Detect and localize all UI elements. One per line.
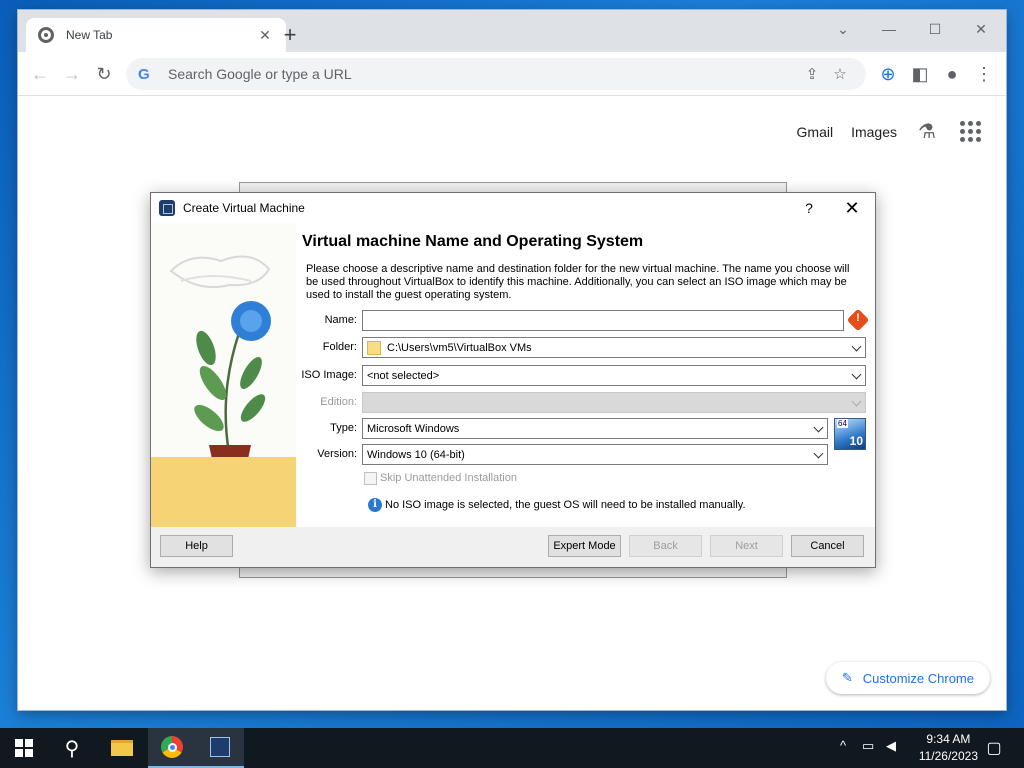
type-select[interactable]: Microsoft Windows xyxy=(362,418,828,439)
reload-icon[interactable]: ↻ xyxy=(90,60,118,88)
edition-select xyxy=(362,392,866,413)
chrome-taskbar-icon[interactable] xyxy=(148,728,196,768)
side-panel-icon[interactable]: ◧ xyxy=(906,60,934,88)
tab-title: New Tab xyxy=(66,28,113,42)
ntp-header-links: Gmail Images ⚗ xyxy=(797,118,984,145)
dialog-titlebar: Create Virtual Machine ? ✕ xyxy=(151,193,875,223)
info-message: No ISO image is selected, the guest OS w… xyxy=(385,499,746,511)
profile-avatar-icon[interactable]: ● xyxy=(938,60,966,88)
skip-unattended-checkbox xyxy=(364,472,377,485)
network-icon[interactable]: ▭ xyxy=(862,738,874,754)
tab-close-icon[interactable]: ✕ xyxy=(256,27,274,44)
folder-select[interactable]: C:\Users\vm5\VirtualBox VMs xyxy=(362,337,866,358)
close-window-button[interactable]: ✕ xyxy=(958,14,1004,44)
os-bits-label: 64 xyxy=(837,419,848,428)
gmail-link[interactable]: Gmail xyxy=(797,124,834,140)
pencil-icon: ✎ xyxy=(841,670,853,685)
version-select[interactable]: Windows 10 (64-bit) xyxy=(362,444,828,465)
back-arrow-icon[interactable]: ← xyxy=(26,60,54,88)
chevron-down-icon xyxy=(813,422,824,433)
customize-chrome-button[interactable]: ✎ Customize Chrome xyxy=(825,662,990,694)
chevron-down-icon xyxy=(851,396,862,407)
iso-image-label: ISO Image: xyxy=(301,369,357,381)
virtualbox-icon xyxy=(159,200,175,216)
chevron-down-icon xyxy=(851,341,862,352)
minimize-button[interactable]: — xyxy=(866,14,912,44)
name-input[interactable] xyxy=(362,310,844,331)
notification-icon[interactable]: ▢ xyxy=(970,728,1018,768)
search-icon[interactable]: ⚲ xyxy=(48,728,96,768)
type-label: Type: xyxy=(330,422,357,434)
forward-arrow-icon[interactable]: → xyxy=(58,60,86,88)
warning-mark: ! xyxy=(856,312,860,324)
labs-flask-icon[interactable]: ⚗ xyxy=(915,120,939,144)
dialog-close-button[interactable]: ✕ xyxy=(829,198,875,219)
form-area: Name: Folder: C:\Users\vm5\VirtualBox VM… xyxy=(150,222,876,526)
skip-unattended-label: Skip Unattended Installation xyxy=(380,472,517,484)
bookmark-star-icon[interactable]: ☆ xyxy=(826,65,854,83)
chrome-favicon-icon xyxy=(38,27,54,43)
version-value: Windows 10 (64-bit) xyxy=(367,448,465,461)
menu-kebab-icon[interactable]: ⋮ xyxy=(970,60,998,88)
google-g-icon: G xyxy=(138,65,150,83)
new-tab-button[interactable]: + xyxy=(276,22,304,50)
os-version-label: 10 xyxy=(849,434,863,448)
dialog-help-button[interactable]: ? xyxy=(789,200,829,216)
dialog-title: Create Virtual Machine xyxy=(183,201,305,215)
browser-toolbar: ← → ↻ G Search Google or type a URL ⇪ ☆ … xyxy=(18,52,1006,96)
iso-image-value: <not selected> xyxy=(367,369,440,382)
omnibox-placeholder: Search Google or type a URL xyxy=(168,66,352,82)
chevron-down-icon xyxy=(813,448,824,459)
customize-chrome-label: Customize Chrome xyxy=(862,670,974,686)
tab-search-chevron-icon[interactable]: ⌄ xyxy=(820,14,866,44)
iso-image-select[interactable]: <not selected> xyxy=(362,365,866,386)
chevron-down-icon xyxy=(851,369,862,380)
file-explorer-icon[interactable] xyxy=(98,728,146,768)
taskbar: ⚲ ^ ▭ ◀ 9:34 AM 11/26/2023 ▢ xyxy=(0,728,1024,768)
volume-muted-icon[interactable]: ◀ xyxy=(886,738,896,754)
tab-new-tab[interactable]: New Tab ✕ xyxy=(26,18,286,52)
virtualbox-taskbar-icon[interactable] xyxy=(196,728,244,768)
folder-icon xyxy=(367,340,381,355)
google-apps-icon[interactable] xyxy=(957,118,984,145)
name-label: Name: xyxy=(324,314,357,326)
maximize-button[interactable]: ☐ xyxy=(912,14,958,44)
windows-10-os-icon: 64 10 xyxy=(834,418,866,450)
share-icon[interactable]: ⇪ xyxy=(798,65,826,83)
images-link[interactable]: Images xyxy=(851,124,897,140)
version-label: Version: xyxy=(317,448,357,460)
folder-label: Folder: xyxy=(322,341,357,353)
omnibox[interactable]: G Search Google or type a URL ⇪ ☆ xyxy=(126,58,866,90)
edition-label: Edition: xyxy=(320,396,357,408)
info-icon: i xyxy=(368,498,382,512)
tray-chevron-up-icon[interactable]: ^ xyxy=(840,738,846,753)
folder-value: C:\Users\vm5\VirtualBox VMs xyxy=(387,341,532,354)
download-icon[interactable]: ⊕ xyxy=(874,60,902,88)
start-button[interactable] xyxy=(0,728,48,768)
tab-strip: New Tab ✕ + ⌄ — ☐ ✕ xyxy=(18,10,1006,52)
type-value: Microsoft Windows xyxy=(367,422,460,435)
windows-logo-icon xyxy=(15,739,33,757)
